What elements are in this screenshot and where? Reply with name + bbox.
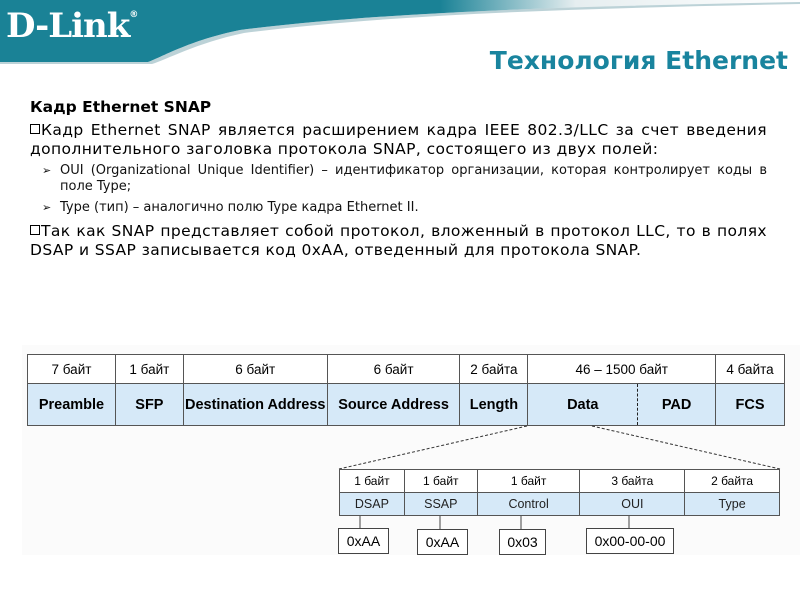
field-control: Control <box>476 492 581 516</box>
square-bullet-icon <box>30 225 40 235</box>
ethernet-frame-table: 7 байт 1 байт 6 байт 6 байт 2 байта 46 –… <box>27 354 785 426</box>
snap-header-table: 1 байт 1 байт 1 байт 3 байта 2 байта DSA… <box>339 469 780 516</box>
size-source: 6 байт <box>326 354 461 384</box>
size-preamble: 7 байт <box>27 354 116 384</box>
dlink-logo: D-Link® <box>6 6 139 46</box>
section-heading: Кадр Ethernet SNAP <box>30 98 212 116</box>
size-length: 2 байта <box>459 354 529 384</box>
size-type: 2 байта <box>684 469 780 493</box>
size-data-pad: 46 – 1500 байт <box>527 354 717 384</box>
field-sfp: SFP <box>114 383 184 426</box>
field-type: Type <box>684 492 780 516</box>
paragraph-dsap-ssap: Так как SNAP представляет собой протокол… <box>30 222 767 259</box>
paragraph-snap-intro: Кадр Ethernet SNAP является расширением … <box>30 121 767 158</box>
frame-sizes-row: 7 байт 1 байт 6 байт 6 байт 2 байта 46 –… <box>27 354 785 384</box>
size-fcs: 4 байта <box>715 354 785 384</box>
field-source-address: Source Address <box>326 383 461 426</box>
field-preamble: Preamble <box>27 383 116 426</box>
size-dsap: 1 байт <box>339 469 405 493</box>
value-dsap: 0xAA <box>338 528 389 554</box>
size-sfp: 1 байт <box>114 354 184 384</box>
arrow-bullet-icon: ➢ <box>42 201 52 214</box>
size-ssap: 1 байт <box>403 469 478 493</box>
value-control: 0x03 <box>499 529 546 555</box>
field-data: Data <box>527 383 639 426</box>
field-dsap: DSAP <box>339 492 405 516</box>
size-oui: 3 байта <box>579 469 686 493</box>
size-control: 1 байт <box>476 469 581 493</box>
square-bullet-icon <box>30 124 40 134</box>
arrow-bullet-icon: ➢ <box>42 164 52 177</box>
snap-sizes-row: 1 байт 1 байт 1 байт 3 байта 2 байта <box>339 469 780 493</box>
field-fcs: FCS <box>715 383 785 426</box>
bullet-oui: ➢ OUI (Organizational Unique Identifier) … <box>42 163 767 194</box>
frame-fields-row: Preamble SFP Destination Address Source … <box>27 383 785 426</box>
slide-content: Кадр Ethernet SNAP Кадр Ethernet SNAP яв… <box>30 96 767 260</box>
field-destination-address: Destination Address <box>182 383 328 426</box>
field-pad: PAD <box>637 383 717 426</box>
value-oui: 0x00-00-00 <box>586 528 674 554</box>
field-ssap: SSAP <box>403 492 478 516</box>
snap-fields-row: DSAP SSAP Control OUI Type <box>339 492 780 516</box>
size-destination: 6 байт <box>182 354 328 384</box>
field-length: Length <box>459 383 529 426</box>
bullet-type: ➢ Type (тип) – аналогично полю Type кадра… <box>42 200 419 215</box>
field-oui: OUI <box>579 492 686 516</box>
page-title: Технология Ethernet <box>489 46 788 75</box>
value-ssap: 0xAA <box>417 529 468 555</box>
